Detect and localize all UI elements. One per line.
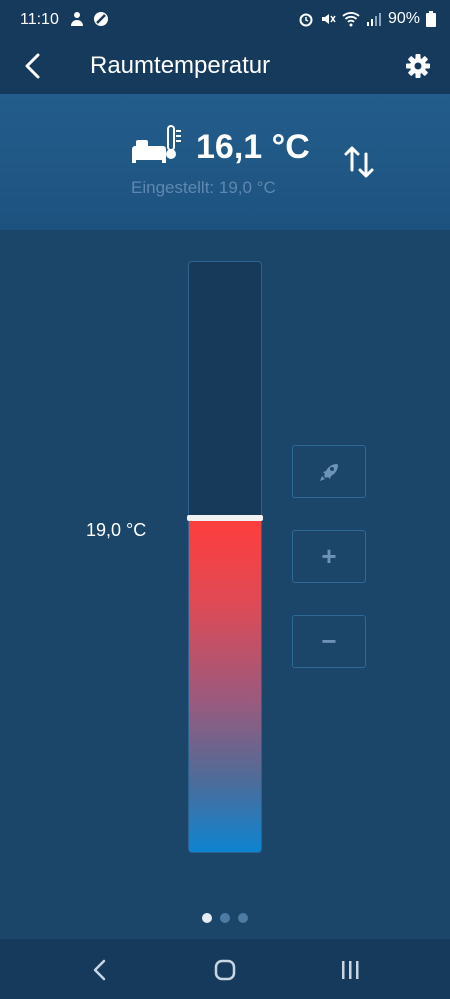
- nav-recent-apps-button[interactable]: [330, 955, 370, 985]
- back-icon: [93, 959, 106, 981]
- nav-back-button[interactable]: [80, 955, 120, 985]
- rocket-icon: [320, 463, 338, 481]
- decrease-temperature-button[interactable]: −: [292, 615, 366, 668]
- signal-icon: [366, 13, 381, 26]
- boost-button[interactable]: [292, 445, 366, 498]
- app-bar: Raumtemperatur: [0, 38, 450, 94]
- temperature-slider-fill: [189, 518, 261, 852]
- page-dot[interactable]: [238, 913, 248, 923]
- minus-icon: −: [321, 626, 337, 656]
- room-thermometer-icon: [132, 125, 181, 163]
- swap-vertical-icon: [344, 146, 374, 178]
- alarm-icon: [299, 13, 313, 27]
- wifi-icon: [342, 12, 360, 27]
- setpoint-text: Eingestellt: 19,0 °C: [131, 178, 276, 197]
- blocked-icon: [94, 12, 108, 26]
- temperature-slider[interactable]: [188, 261, 262, 853]
- battery-icon: [426, 11, 436, 27]
- status-bar: 11:10 90%: [0, 0, 450, 38]
- increase-temperature-button[interactable]: +: [292, 530, 366, 583]
- person-icon: [71, 12, 83, 26]
- recent-apps-icon: [342, 961, 359, 979]
- page-indicator: [202, 913, 248, 923]
- back-button[interactable]: [18, 50, 50, 82]
- plus-icon: +: [321, 541, 337, 571]
- page-dot[interactable]: [202, 913, 212, 923]
- page-title: Raumtemperatur: [90, 52, 271, 79]
- slider-value-label: 19,0 °C: [86, 520, 147, 540]
- battery-percent: 90%: [387, 10, 420, 27]
- home-icon: [214, 959, 236, 981]
- system-nav-bar: [0, 939, 450, 999]
- mute-icon: [321, 14, 336, 24]
- current-temperature: 16,1 °C: [196, 128, 310, 166]
- toggle-temperature-view-button[interactable]: [342, 142, 378, 182]
- back-arrow-icon: [25, 53, 40, 79]
- nav-home-button[interactable]: [205, 955, 245, 985]
- temperature-slider-handle[interactable]: [187, 515, 263, 521]
- status-time: 11:10: [20, 11, 59, 28]
- gear-icon: [406, 54, 430, 78]
- settings-button[interactable]: [402, 50, 434, 82]
- page-dot[interactable]: [220, 913, 230, 923]
